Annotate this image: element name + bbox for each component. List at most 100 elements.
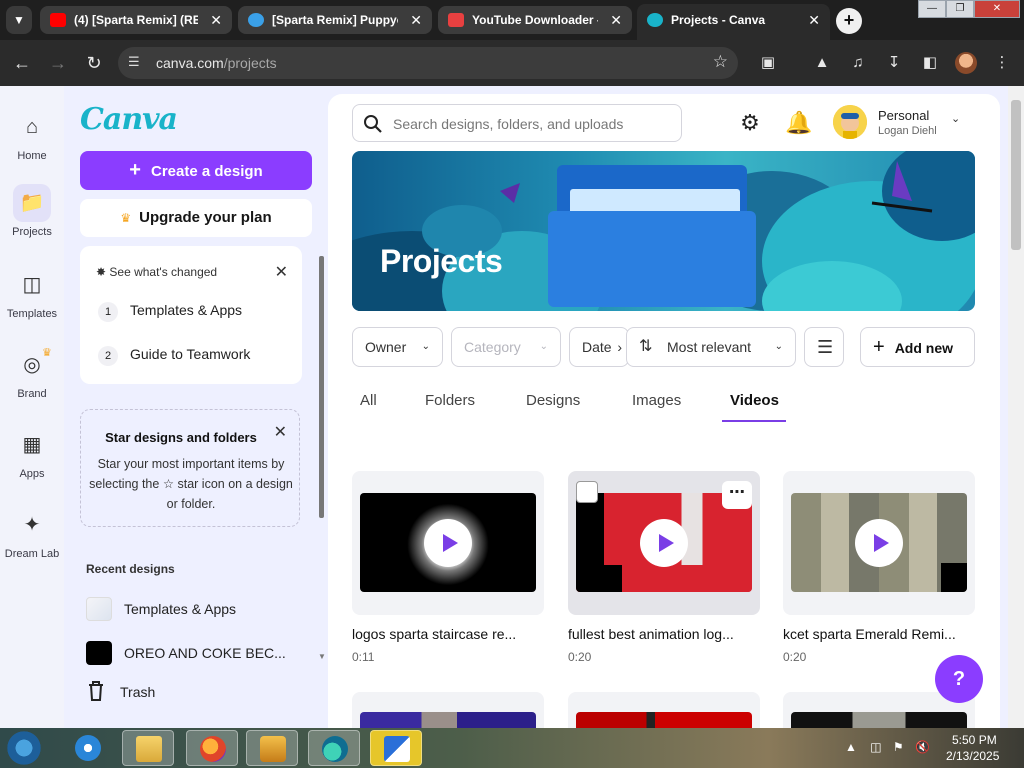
play-icon[interactable] xyxy=(640,519,688,567)
network-icon[interactable]: ◫ xyxy=(870,740,881,754)
start-button[interactable] xyxy=(4,729,44,767)
close-tab-icon[interactable]: ✕ xyxy=(610,6,622,34)
close-tab-icon[interactable]: ✕ xyxy=(410,6,422,34)
rail-item-home[interactable]: ⌂ Home xyxy=(0,108,64,162)
labs-flask-icon[interactable]: ▲ xyxy=(810,51,834,75)
tab-folders[interactable]: Folders xyxy=(425,392,475,409)
search-icon xyxy=(364,115,382,133)
add-new-button[interactable]: + Add new xyxy=(860,327,975,367)
tab-videos[interactable]: Videos xyxy=(730,392,779,409)
browser-tab-bar: ▼ (4) [Sparta Remix] (REM ✕ [Sparta Remi… xyxy=(0,0,1024,40)
browser-tab-4[interactable]: Projects - Canva ✕ xyxy=(637,4,830,40)
bookmark-star-icon[interactable]: ☆ xyxy=(713,52,728,72)
rail-item-projects[interactable]: 📁 Projects xyxy=(0,184,64,238)
rail-item-apps[interactable]: ▦ Apps xyxy=(0,426,64,480)
chevron-down-icon[interactable]: ⌄ xyxy=(951,112,960,125)
recent-design-item[interactable]: OREO AND COKE BEC... xyxy=(124,645,286,661)
trash-icon xyxy=(89,681,103,701)
search-placeholder: Search designs, folders, and uploads xyxy=(393,116,624,132)
minimize-window-button[interactable]: — xyxy=(918,0,946,18)
scroll-down-icon[interactable]: ▼ xyxy=(318,652,326,661)
taskbar-edge-browser[interactable] xyxy=(308,730,360,766)
video-editor-icon xyxy=(384,736,410,762)
owner-filter-dropdown[interactable]: Owner ⌄ xyxy=(352,327,443,367)
scrollbar-thumb[interactable] xyxy=(1011,100,1021,250)
show-hidden-icons-icon[interactable]: ▲ xyxy=(845,740,857,754)
chevron-right-icon[interactable]: › xyxy=(617,328,622,366)
help-button[interactable]: ? xyxy=(935,655,983,703)
trash-link[interactable]: Trash xyxy=(120,684,155,700)
account-avatar[interactable] xyxy=(833,105,867,139)
taskbar-file-explorer[interactable] xyxy=(122,730,174,766)
video-title[interactable]: logos sparta staircase re... xyxy=(352,626,544,642)
whats-changed-item[interactable]: 2 Guide to Teamwork xyxy=(98,346,250,366)
close-window-button[interactable]: ✕ xyxy=(974,0,1020,18)
canva-logo[interactable]: Canva xyxy=(80,102,178,137)
account-team-name[interactable]: Personal xyxy=(878,108,929,123)
play-icon[interactable] xyxy=(855,519,903,567)
bell-icon[interactable]: 🔔 xyxy=(785,110,812,136)
tab-images[interactable]: Images xyxy=(632,392,681,409)
chevron-down-icon: ⌄ xyxy=(774,341,783,352)
tab-search-menu-icon[interactable]: ▼ xyxy=(6,6,32,34)
upgrade-plan-button[interactable]: ♛ Upgrade your plan xyxy=(80,199,312,237)
taskbar-media-player[interactable] xyxy=(246,730,298,766)
site-settings-icon[interactable]: ☰ xyxy=(128,54,146,72)
close-icon[interactable]: ✕ xyxy=(274,422,287,442)
new-tab-button[interactable]: + xyxy=(836,8,862,34)
tab-all[interactable]: All xyxy=(360,392,377,409)
whats-changed-item[interactable]: 1 Templates & Apps xyxy=(98,302,242,322)
restore-window-button[interactable]: ❐ xyxy=(946,0,974,18)
rail-item-brand[interactable]: ♛ ◎ Brand xyxy=(0,346,64,400)
browser-tab-3[interactable]: YouTube Downloader - ✕ xyxy=(438,6,632,34)
browser-tab-2[interactable]: [Sparta Remix] Puppyc ✕ xyxy=(238,6,432,34)
page-scrollbar[interactable] xyxy=(1008,86,1024,728)
clock-time[interactable]: 5:50 PM xyxy=(952,733,997,747)
sidebar-scrollbar[interactable] xyxy=(319,256,324,518)
downloads-icon[interactable]: ↧ xyxy=(882,51,906,75)
video-title[interactable]: fullest best animation log... xyxy=(568,626,760,642)
play-icon[interactable] xyxy=(424,519,472,567)
sort-dropdown[interactable]: ⇅ Most relevant ⌄ xyxy=(626,327,796,367)
forward-arrow-icon[interactable]: → xyxy=(44,50,72,76)
list-view-toggle[interactable]: ☰ xyxy=(804,327,844,367)
browser-menu-icon[interactable]: ⋮ xyxy=(990,51,1014,75)
close-tab-icon[interactable]: ✕ xyxy=(210,6,222,34)
close-tab-icon[interactable]: ✕ xyxy=(808,4,820,36)
search-input[interactable]: Search designs, folders, and uploads xyxy=(352,104,682,142)
chevron-down-icon: ⌄ xyxy=(421,341,430,352)
address-bar[interactable]: ☰ canva.com/projects ☆ xyxy=(118,47,738,79)
video-card[interactable] xyxy=(568,692,760,728)
browser-profile-avatar[interactable] xyxy=(955,52,977,74)
video-card[interactable] xyxy=(783,471,975,615)
video-thumbnail xyxy=(791,712,967,728)
video-card[interactable]: ⋯ xyxy=(568,471,760,615)
create-design-button[interactable]: + Create a design xyxy=(80,151,312,190)
back-arrow-icon[interactable]: ← xyxy=(8,50,36,76)
volume-muted-icon[interactable]: 🔇 xyxy=(915,740,930,754)
gear-icon[interactable]: ⚙ xyxy=(737,110,763,136)
rail-label: Home xyxy=(17,150,47,162)
video-title[interactable]: kcet sparta Emerald Remi... xyxy=(783,626,975,642)
video-card[interactable] xyxy=(352,471,544,615)
rail-item-templates[interactable]: ◫ Templates xyxy=(0,266,64,320)
media-controls-icon[interactable]: ♫ xyxy=(846,51,870,75)
taskbar-firefox[interactable] xyxy=(186,730,238,766)
video-card[interactable] xyxy=(352,692,544,728)
extensions-icon[interactable]: ▣ xyxy=(756,51,780,75)
side-panel-icon[interactable]: ◧ xyxy=(918,51,942,75)
recent-design-item[interactable]: Templates & Apps xyxy=(124,601,236,617)
reload-icon[interactable]: ↻ xyxy=(80,50,108,76)
tab-designs[interactable]: Designs xyxy=(526,392,580,409)
more-options-icon[interactable]: ⋯ xyxy=(722,481,752,509)
flag-icon[interactable]: ⚑ xyxy=(893,740,904,754)
select-checkbox[interactable] xyxy=(576,481,598,503)
date-filter-dropdown[interactable]: Date › xyxy=(569,327,629,367)
taskbar-video-editor[interactable] xyxy=(370,730,422,766)
close-icon[interactable]: ✕ xyxy=(275,262,288,282)
taskbar-internet-explorer[interactable] xyxy=(62,730,114,766)
clock-date[interactable]: 2/13/2025 xyxy=(946,749,999,763)
category-filter-dropdown[interactable]: Category ⌄ xyxy=(451,327,561,367)
browser-tab-1[interactable]: (4) [Sparta Remix] (REM ✕ xyxy=(40,6,232,34)
rail-item-dream-lab[interactable]: ✦ Dream Lab xyxy=(0,506,64,560)
